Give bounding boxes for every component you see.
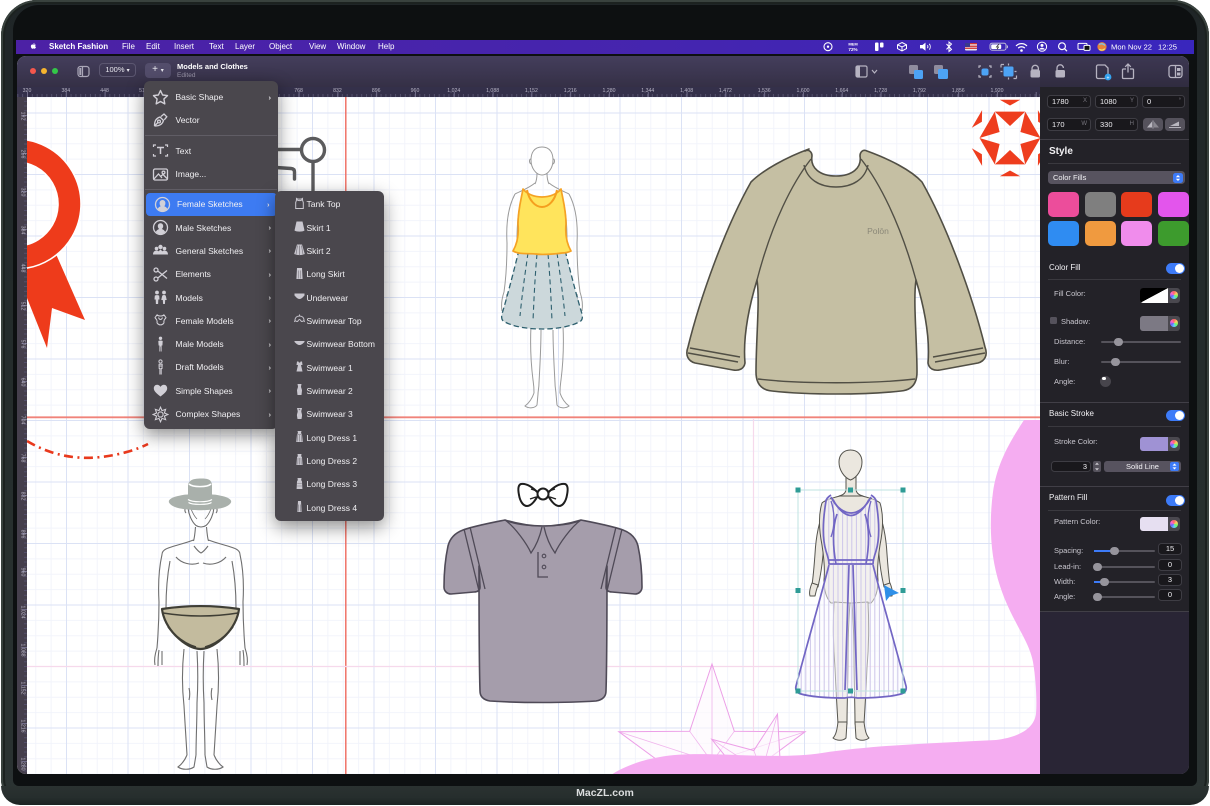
svg-text:MEM: MEM [848, 42, 858, 47]
svg-text:12:25: 12:25 [1158, 43, 1177, 52]
svg-text:Polōn: Polōn [867, 226, 889, 236]
svg-text:+: + [1107, 75, 1110, 81]
svg-text:Mon Nov 22: Mon Nov 22 [1111, 43, 1152, 52]
svg-text:72%: 72% [848, 47, 857, 52]
